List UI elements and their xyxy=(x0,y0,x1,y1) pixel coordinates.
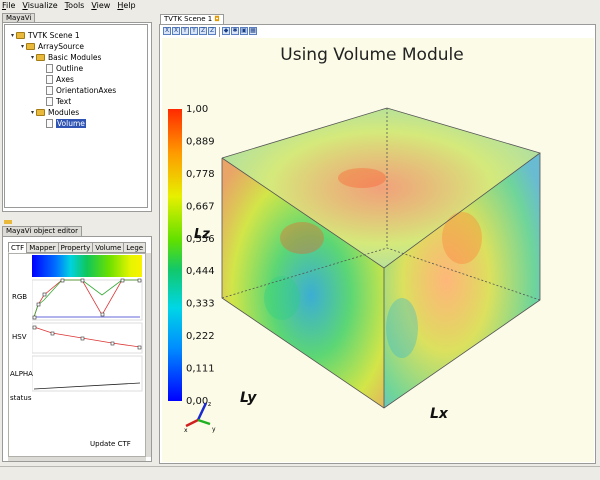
colorbar-tick-label: 1,00 xyxy=(186,104,208,115)
scene-title: Using Volume Module xyxy=(280,45,463,65)
view-minus-x-icon[interactable]: X xyxy=(172,27,180,35)
tree-node-basic-modules[interactable]: ▾ Basic Modules xyxy=(29,53,101,62)
tree-node-outline[interactable]: Outline xyxy=(39,64,83,73)
colorbar-tick-label: 0,778 xyxy=(186,169,215,180)
view-y-icon[interactable]: Y xyxy=(181,27,189,35)
tab-property[interactable]: Property xyxy=(57,242,94,253)
menu-visualize[interactable]: Visualize xyxy=(22,1,57,10)
colorbar-ticks: 1,000,8890,7780,6670,5560,4440,3330,2220… xyxy=(186,104,215,407)
tree-node-volume[interactable]: Volume xyxy=(39,119,86,128)
tab-lege[interactable]: Lege xyxy=(123,242,147,253)
document-icon xyxy=(46,119,53,128)
folder-icon xyxy=(36,109,45,116)
tab-mapper[interactable]: Mapper xyxy=(26,242,59,253)
parallel-projection-icon[interactable]: ✱ xyxy=(231,27,239,35)
colorbar-tick-label: 0,333 xyxy=(186,299,215,310)
expand-toggle-icon[interactable]: ▾ xyxy=(29,109,36,116)
tree-node-label: Basic Modules xyxy=(48,53,102,62)
tab-volume[interactable]: Volume xyxy=(92,242,125,253)
colorbar-tick-label: 0,222 xyxy=(186,331,215,342)
tree-node-arraysource[interactable]: ▾ ArraySource xyxy=(19,42,84,51)
colorbar-tick-label: 0,667 xyxy=(186,201,215,212)
alpha-label: ALPHA xyxy=(10,370,33,378)
tree-node-label: OrientationAxes xyxy=(56,86,117,95)
document-icon xyxy=(46,97,53,106)
svg-text:y: y xyxy=(212,426,216,433)
expand-toggle-icon[interactable]: ▾ xyxy=(19,43,26,50)
view-minus-z-icon[interactable]: Z xyxy=(208,27,216,35)
menu-tools[interactable]: Tools xyxy=(65,1,85,10)
colorbar-tick-label: 0,444 xyxy=(186,266,215,277)
tree-node-label: Modules xyxy=(48,108,80,117)
colorbar-tick-label: 0,111 xyxy=(186,364,215,375)
menubar: File Visualize Tools View Help xyxy=(0,0,600,11)
update-ctf-button[interactable]: Update CTF xyxy=(90,440,131,448)
editor-title-tab[interactable]: MayaVi object editor xyxy=(2,226,82,236)
tree-node-tvtk-scene-1[interactable]: ▾ TVTK Scene 1 xyxy=(9,31,80,40)
menu-view[interactable]: View xyxy=(91,1,110,10)
x-axis-label: Lx xyxy=(430,406,449,422)
tree-node-label: Axes xyxy=(56,75,74,84)
tree-node-text[interactable]: Text xyxy=(39,97,71,106)
tree-node-label: Volume xyxy=(56,119,86,128)
tree-node-orientationaxes[interactable]: OrientationAxes xyxy=(39,86,116,95)
view-x-icon[interactable]: X xyxy=(163,27,171,35)
splitter-handle[interactable] xyxy=(4,220,12,224)
colorbar xyxy=(168,109,182,401)
scene-toolbar: X X Y Y Z Z ◆ ✱ ▣ ▦ xyxy=(163,27,258,37)
scene-tab[interactable]: TVTK Scene 1 ◘ xyxy=(160,14,224,24)
tree-node-label: ArraySource xyxy=(38,42,84,51)
isometric-icon[interactable]: ◆ xyxy=(222,27,230,35)
document-icon xyxy=(46,64,53,73)
editor-scrollbar[interactable] xyxy=(146,253,151,457)
svg-text:z: z xyxy=(208,401,211,408)
folder-icon xyxy=(36,54,45,61)
pipeline-tree: ▾ TVTK Scene 1 ▾ ArraySource ▾ Basic Modules O… xyxy=(4,24,148,208)
menu-help[interactable]: Help xyxy=(117,1,135,10)
menu-file[interactable]: File xyxy=(2,1,15,10)
z-axis-label: Lz xyxy=(194,227,210,242)
view-z-icon[interactable]: Z xyxy=(199,27,207,35)
tree-node-label: Outline xyxy=(56,64,84,73)
status-label: status xyxy=(10,394,32,402)
view-minus-y-icon[interactable]: Y xyxy=(190,27,198,35)
save-icon[interactable]: ▦ xyxy=(249,27,257,35)
editor-tabs: CTF Mapper Property Volume Lege xyxy=(8,242,147,253)
tree-node-modules[interactable]: ▾ Modules xyxy=(29,108,79,117)
tree-node-axes[interactable]: Axes xyxy=(39,75,74,84)
tree-node-label: Text xyxy=(56,97,72,106)
document-icon xyxy=(46,86,53,95)
fullscreen-icon[interactable]: ▣ xyxy=(240,27,248,35)
editor-hscrollbar[interactable] xyxy=(8,457,146,461)
rgb-label: RGB xyxy=(12,293,28,301)
expand-toggle-icon[interactable]: ▾ xyxy=(9,32,16,39)
folder-icon xyxy=(16,32,25,39)
folder-icon xyxy=(26,43,35,50)
expand-toggle-icon[interactable]: ▾ xyxy=(29,54,36,61)
colorbar-tick-label: 0,889 xyxy=(186,136,215,147)
hsv-label: HSV xyxy=(12,333,27,341)
document-icon xyxy=(46,75,53,84)
svg-text:x: x xyxy=(184,427,188,434)
ctf-editor-canvas[interactable] xyxy=(32,255,144,455)
render-window[interactable]: Using Volume Module 1,00 0,889 0,778 0,667 0… xyxy=(162,38,594,462)
tab-ctf[interactable]: CTF xyxy=(8,242,28,253)
tree-node-label: TVTK Scene 1 xyxy=(28,31,80,40)
y-axis-label: Ly xyxy=(240,390,257,406)
statusbar xyxy=(0,466,600,480)
ctf-gradient-preview xyxy=(32,255,142,277)
